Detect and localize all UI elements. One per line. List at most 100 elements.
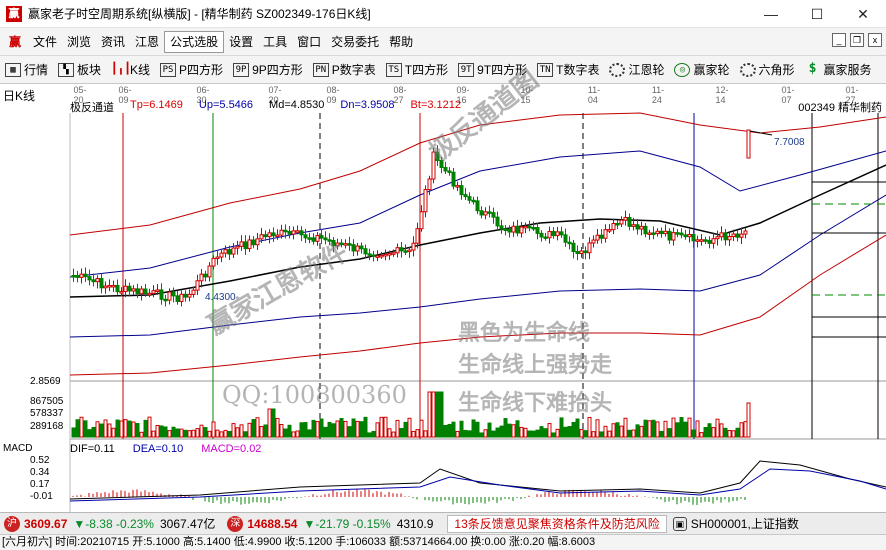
candlestick: [179, 293, 184, 302]
volume-bar: [603, 425, 608, 438]
volume-axis-label: 867505: [30, 396, 64, 407]
menu-tools[interactable]: 工具: [258, 32, 292, 52]
candlestick: [347, 243, 352, 246]
news-ticker[interactable]: 13条反馈意见聚焦资格条件及防范风险: [447, 514, 667, 533]
toolbar-9p-square-button[interactable]: 9P 9P四方形: [228, 58, 308, 82]
mdi-close-button[interactable]: x: [868, 33, 882, 47]
volume-bar: [183, 429, 188, 438]
sz-index-icon: 深: [227, 515, 244, 532]
mdi-minimize-button[interactable]: _: [832, 33, 846, 47]
menu-formula[interactable]: 公式选股: [164, 30, 225, 53]
candlestick: [575, 251, 580, 255]
volume-bar: [319, 418, 324, 438]
volume-bar: [431, 391, 436, 438]
volume-bar: [695, 420, 700, 438]
candlestick: [651, 232, 656, 235]
volume-bar: [511, 424, 516, 438]
volume-bar: [543, 428, 548, 438]
candlestick: [187, 293, 192, 298]
volume-bar: [427, 391, 432, 438]
kline-chart-area[interactable]: 日K线 05-20 06-09 06-30 07-20 08-09 08-27 09-16 1…: [0, 65, 886, 512]
volume-bar: [295, 430, 300, 438]
candlestick: [327, 239, 332, 242]
candlestick: [163, 298, 168, 302]
indicator-md: Md=4.8530: [269, 99, 325, 111]
volume-bar: [703, 426, 708, 438]
toolbar-p-square-button[interactable]: PS P四方形: [155, 58, 228, 82]
volume-bar: [655, 421, 660, 438]
candlestick: [183, 293, 188, 298]
volume-bar: [395, 419, 400, 438]
sh-index[interactable]: 沪 3609.67 ▼-8.38 -0.23% 3067.47亿: [0, 515, 215, 532]
toolbar-service-button[interactable]: $ 赢家服务: [800, 58, 877, 82]
toolbar-kline-button[interactable]: ┃╻┃ K线: [106, 58, 155, 82]
candlestick: [655, 230, 660, 235]
volume-bar: [671, 417, 676, 438]
quote-info-bar: [六月初六] 时间:20210715 开:5.1000 高:5.1400 低:4…: [0, 534, 886, 550]
volume-bar: [227, 430, 232, 438]
volume-bar: [95, 421, 100, 438]
volume-bar: [111, 427, 116, 438]
menu-window[interactable]: 窗口: [292, 32, 326, 52]
toolbar-label: 赢家轮: [693, 63, 730, 77]
volume-bar: [343, 420, 348, 438]
volume-bar: [443, 424, 448, 438]
candlestick: [746, 129, 751, 159]
menu-browse[interactable]: 浏览: [62, 32, 96, 52]
volume-bar: [619, 425, 624, 438]
candlestick: [395, 247, 400, 254]
volume-bar: [123, 419, 128, 438]
sz-index[interactable]: 深 14688.54 ▼-21.79 -0.15% 4310.9: [223, 515, 433, 532]
menu-help[interactable]: 帮助: [384, 32, 418, 52]
candlestick: [615, 222, 620, 226]
volume-bar: [615, 422, 620, 438]
menu-info[interactable]: 资讯: [96, 32, 130, 52]
index-selector[interactable]: ▣ SH000001,上证指数: [672, 515, 799, 532]
dollar-icon: $: [808, 60, 817, 76]
mdi-restore-button[interactable]: ❐: [850, 33, 864, 47]
candlestick: [427, 178, 432, 191]
minimize-button[interactable]: —: [748, 0, 794, 28]
candlestick: [291, 230, 296, 235]
volume-bar: [79, 416, 84, 438]
toolbar: ▦ 行情 ▚ 板块 ┃╻┃ K线 PS P四方形 9P 9P四方形 PN P数字…: [0, 56, 886, 84]
volume-bar: [475, 421, 480, 438]
toolbar-t-table-button[interactable]: TN T数字表: [532, 58, 604, 82]
toolbar-quotes-button[interactable]: ▦ 行情: [0, 58, 53, 82]
toolbar-gann-wheel-button[interactable]: 江恩轮: [604, 58, 669, 82]
menu-settings[interactable]: 设置: [224, 32, 258, 52]
dif-line: [69, 460, 886, 500]
volume-bar: [191, 429, 196, 438]
close-button[interactable]: ✕: [840, 0, 886, 28]
candlestick: [463, 194, 468, 198]
candlestick: [259, 234, 264, 240]
toolbar-label: P四方形: [179, 63, 224, 77]
menu-file[interactable]: 文件: [28, 32, 62, 52]
candlestick: [267, 232, 272, 238]
candlestick: [295, 230, 300, 233]
candlestick: [631, 224, 636, 227]
stock-id: 002349 精华制药: [798, 102, 882, 114]
toolbar-winner-wheel-button[interactable]: ◎ 赢家轮: [669, 58, 734, 82]
candlestick: [227, 249, 232, 255]
sz-index-change: ▼-21.79 -0.15%: [303, 516, 391, 531]
volume-bar: [507, 423, 512, 438]
volume-bar: [203, 427, 208, 438]
toolbar-p-table-button[interactable]: PN P数字表: [308, 58, 381, 82]
toolbar-t-square-button[interactable]: TS T四方形: [381, 58, 453, 82]
candlestick: [443, 167, 448, 172]
menu-gann[interactable]: 江恩: [130, 32, 164, 52]
candlestick: [719, 232, 724, 238]
maximize-button[interactable]: ☐: [794, 0, 840, 28]
toolbar-9t-square-button[interactable]: 9T 9T四方形: [453, 58, 532, 82]
menu-trade[interactable]: 交易委托: [326, 32, 384, 52]
candlestick: [583, 250, 588, 254]
toolbar-hexagon-button[interactable]: 六角形: [735, 58, 800, 82]
volume-bar: [163, 426, 168, 438]
menu-logo-icon[interactable]: 赢: [6, 33, 24, 51]
volume-bar: [179, 428, 184, 438]
toolbar-sectors-button[interactable]: ▚ 板块: [53, 58, 106, 82]
candlestick: [479, 210, 484, 216]
candlestick: [579, 250, 584, 255]
volume-bar: [267, 408, 272, 438]
